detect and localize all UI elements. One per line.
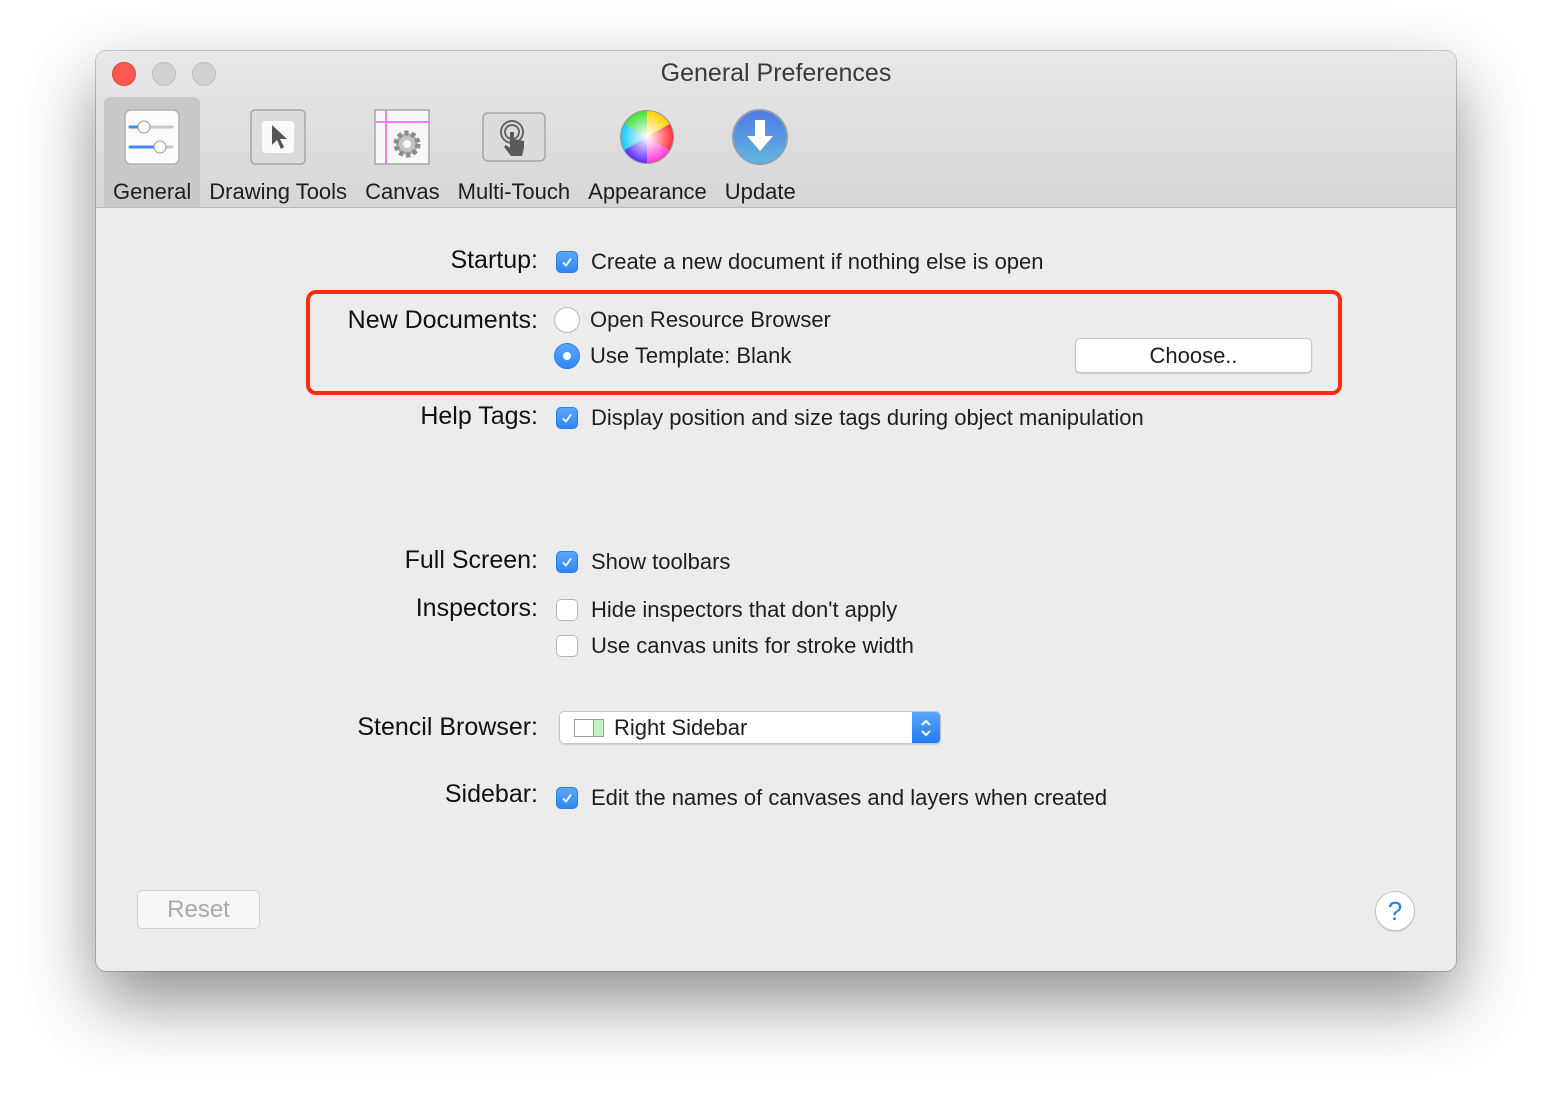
canvas-units-text: Use canvas units for stroke width xyxy=(591,633,914,658)
touch-hand-icon xyxy=(482,112,546,162)
sidebar-option[interactable]: Edit the names of canvases and layers wh… xyxy=(556,785,1107,811)
reset-button[interactable]: Reset xyxy=(137,890,260,929)
radio-label: Use Template: Blank xyxy=(590,343,792,368)
title-bar: General Preferences General Drawing Tool… xyxy=(96,51,1456,208)
canvas-units-option[interactable]: Use canvas units for stroke width xyxy=(556,633,914,659)
tab-canvas-label: Canvas xyxy=(365,179,440,204)
help-tags-option-text: Display position and size tags during ob… xyxy=(591,405,1144,430)
right-sidebar-icon xyxy=(574,718,604,737)
tab-appearance[interactable]: Appearance xyxy=(579,97,716,207)
tab-multi-touch-label: Multi-Touch xyxy=(457,179,571,204)
startup-checkbox[interactable] xyxy=(556,251,578,273)
radio-button[interactable] xyxy=(554,343,580,369)
full-screen-option[interactable]: Show toolbars xyxy=(556,549,730,575)
tab-canvas[interactable]: Canvas xyxy=(356,97,449,207)
tab-general-label: General xyxy=(113,179,192,204)
hide-inspectors-text: Hide inspectors that don't apply xyxy=(591,597,898,622)
hide-inspectors-option[interactable]: Hide inspectors that don't apply xyxy=(556,597,897,623)
radio-label: Open Resource Browser xyxy=(590,307,831,332)
help-icon: ? xyxy=(1387,895,1403,926)
radio-button[interactable] xyxy=(554,307,580,333)
startup-option[interactable]: Create a new document if nothing else is… xyxy=(556,249,1044,275)
tab-general[interactable]: General xyxy=(104,97,201,207)
inspectors-label: Inspectors: xyxy=(415,594,538,622)
help-tags-option[interactable]: Display position and size tags during ob… xyxy=(556,405,1144,431)
startup-option-text: Create a new document if nothing else is… xyxy=(591,249,1044,274)
stencil-browser-value: Right Sidebar xyxy=(614,714,748,740)
preferences-toolbar: General Drawing Tools Canvas Multi-Touch… xyxy=(104,97,805,207)
new-documents-label: New Documents: xyxy=(347,306,538,334)
canvas-gear-icon xyxy=(374,109,431,165)
radio-open-resource-browser[interactable]: Open Resource Browser xyxy=(554,307,831,333)
checkmark-icon xyxy=(562,257,572,267)
sidebar-label: Sidebar: xyxy=(444,780,538,808)
checkmark-icon xyxy=(562,413,572,423)
show-toolbars-checkbox[interactable] xyxy=(556,551,578,573)
stencil-browser-label: Stencil Browser: xyxy=(357,713,538,741)
radio-use-template[interactable]: Use Template: Blank xyxy=(554,343,792,369)
tab-drawing-tools[interactable]: Drawing Tools xyxy=(200,97,356,207)
help-tags-checkbox[interactable] xyxy=(556,407,578,429)
download-arrow-icon xyxy=(732,109,789,165)
sliders-icon xyxy=(124,109,180,165)
choose-template-button[interactable]: Choose.. xyxy=(1075,338,1312,373)
checkmark-icon xyxy=(562,557,572,567)
tab-multi-touch[interactable]: Multi-Touch xyxy=(449,97,579,207)
preferences-window: General Preferences General Drawing Tool… xyxy=(96,51,1456,971)
startup-label: Startup: xyxy=(450,246,538,274)
tab-drawing-tools-label: Drawing Tools xyxy=(209,179,348,204)
hide-inspectors-checkbox[interactable] xyxy=(556,599,578,621)
help-tags-label: Help Tags: xyxy=(420,402,538,430)
color-wheel-icon xyxy=(620,110,675,164)
sidebar-option-text: Edit the names of canvases and layers wh… xyxy=(591,785,1108,810)
tab-appearance-label: Appearance xyxy=(588,179,707,204)
help-button[interactable]: ? xyxy=(1375,891,1415,931)
tab-update-label: Update xyxy=(724,179,796,204)
pointer-arrow-icon xyxy=(250,109,306,165)
checkmark-icon xyxy=(562,793,572,803)
canvas-units-checkbox[interactable] xyxy=(556,635,578,657)
full-screen-option-text: Show toolbars xyxy=(591,549,731,574)
popup-stepper-icon[interactable] xyxy=(912,712,940,743)
stencil-browser-select[interactable]: Right Sidebar xyxy=(559,711,941,744)
edit-names-checkbox[interactable] xyxy=(556,787,578,809)
full-screen-label: Full Screen: xyxy=(404,546,538,574)
window-title: General Preferences xyxy=(660,59,892,87)
tab-update[interactable]: Update xyxy=(716,97,805,207)
